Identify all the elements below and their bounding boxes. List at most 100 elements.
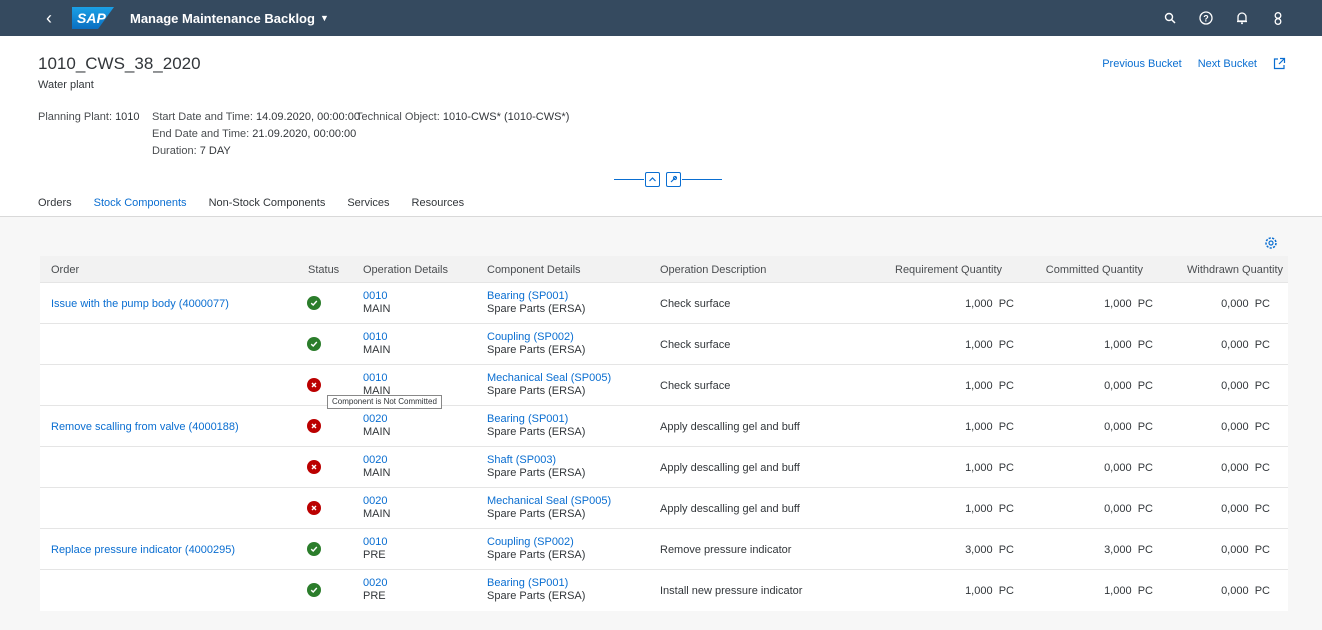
operation-work-center: MAIN xyxy=(363,344,391,356)
withdrawn-quantity-value: 0,000 xyxy=(1221,380,1249,392)
component-link[interactable]: Coupling (SP002) xyxy=(487,331,574,343)
operation-link[interactable]: 0020 xyxy=(363,454,387,466)
requirement-quantity-value: 1,000 xyxy=(965,503,993,515)
status-error-icon[interactable] xyxy=(307,460,321,474)
operation-link[interactable]: 0020 xyxy=(363,577,387,589)
column-operation-details[interactable]: Operation Details xyxy=(363,264,448,276)
withdrawn-quantity-value: 0,000 xyxy=(1221,503,1249,515)
operation-description: Apply descalling gel and buff xyxy=(660,503,800,515)
settings-icon[interactable] xyxy=(1264,236,1278,250)
column-order[interactable]: Order xyxy=(51,264,79,276)
operation-link[interactable]: 0020 xyxy=(363,495,387,507)
withdrawn-quantity: 0,000 PC xyxy=(1221,585,1270,597)
logo-text: SAP xyxy=(72,7,114,29)
order-link[interactable]: Remove scalling from valve (4000188) xyxy=(51,421,239,433)
table-row[interactable]: Replace pressure indicator (4000295) 0010… xyxy=(40,529,1288,570)
operation-link[interactable]: 0010 xyxy=(363,290,387,302)
header-collapse-bar xyxy=(614,169,722,189)
operation-description: Check surface xyxy=(660,339,731,351)
previous-bucket-link[interactable]: Previous Bucket xyxy=(1102,58,1181,70)
component-link[interactable]: Bearing (SP001) xyxy=(487,577,568,589)
operation-link[interactable]: 0020 xyxy=(363,413,387,425)
status-success-icon[interactable] xyxy=(307,337,321,351)
component-category: Spare Parts (ERSA) xyxy=(487,590,586,602)
withdrawn-quantity-unit: PC xyxy=(1254,462,1270,474)
column-component-details[interactable]: Component Details xyxy=(487,264,581,276)
end-date-label: End Date and Time: xyxy=(152,128,250,140)
column-withdrawn-quantity[interactable]: Withdrawn Quantity xyxy=(1187,264,1283,276)
help-icon[interactable]: ? xyxy=(1198,10,1214,26)
committed-quantity-value: 1,000 xyxy=(1104,298,1132,310)
page-subtitle: Water plant xyxy=(38,79,94,91)
status-tooltip: Component is Not Committed xyxy=(327,395,442,409)
divider-left xyxy=(614,179,644,180)
column-operation-description[interactable]: Operation Description xyxy=(660,264,766,276)
table-row[interactable]: Remove scalling from valve (4000188) 0020… xyxy=(40,406,1288,447)
column-requirement-quantity[interactable]: Requirement Quantity xyxy=(895,264,1002,276)
status-error-icon[interactable] xyxy=(307,419,321,433)
shell-bar: ‹ SAP Manage Maintenance Backlog ▼ ? xyxy=(0,0,1322,36)
withdrawn-quantity: 0,000 PC xyxy=(1221,544,1270,556)
withdrawn-quantity-unit: PC xyxy=(1254,503,1270,515)
status-success-icon[interactable] xyxy=(307,296,321,310)
withdrawn-quantity-value: 0,000 xyxy=(1221,298,1249,310)
component-link[interactable]: Shaft (SP003) xyxy=(487,454,556,466)
operation-work-center: MAIN xyxy=(363,467,391,479)
operation-link[interactable]: 0010 xyxy=(363,331,387,343)
table-body: Issue with the pump body (4000077) 0010 MA… xyxy=(40,283,1288,611)
back-icon[interactable]: ‹ xyxy=(40,9,58,27)
column-committed-quantity[interactable]: Committed Quantity xyxy=(1046,264,1143,276)
operation-link[interactable]: 0010 xyxy=(363,536,387,548)
table-row[interactable]: 0020 MAIN Shaft (SP003) Spare Parts (ERSA) A… xyxy=(40,447,1288,488)
withdrawn-quantity-unit: PC xyxy=(1254,298,1270,310)
committed-quantity-unit: PC xyxy=(1137,298,1153,310)
column-status[interactable]: Status xyxy=(308,264,339,276)
component-link[interactable]: Coupling (SP002) xyxy=(487,536,574,548)
user-icon[interactable] xyxy=(1270,10,1286,26)
requirement-quantity: 1,000 PC xyxy=(965,380,1014,392)
pin-header-button[interactable] xyxy=(666,172,681,187)
sap-logo[interactable]: SAP xyxy=(72,7,114,29)
component-category: Spare Parts (ERSA) xyxy=(487,385,586,397)
withdrawn-quantity: 0,000 PC xyxy=(1221,380,1270,392)
collapse-header-button[interactable] xyxy=(645,172,660,187)
requirement-quantity-unit: PC xyxy=(998,462,1014,474)
next-bucket-link[interactable]: Next Bucket xyxy=(1198,58,1257,70)
component-link[interactable]: Mechanical Seal (SP005) xyxy=(487,495,611,507)
component-link[interactable]: Bearing (SP001) xyxy=(487,290,568,302)
requirement-quantity: 1,000 PC xyxy=(965,298,1014,310)
divider-right xyxy=(682,179,722,180)
table-row[interactable]: 0010 MAIN Mechanical Seal (SP005) Spare Par… xyxy=(40,365,1288,406)
operation-link[interactable]: 0010 xyxy=(363,372,387,384)
component-link[interactable]: Mechanical Seal (SP005) xyxy=(487,372,611,384)
operation-description: Check surface xyxy=(660,298,731,310)
table-row[interactable]: 0020 MAIN Mechanical Seal (SP005) Spare Par… xyxy=(40,488,1288,529)
committed-quantity: 0,000 PC xyxy=(1104,380,1153,392)
committed-quantity: 0,000 PC xyxy=(1104,503,1153,515)
withdrawn-quantity: 0,000 PC xyxy=(1221,298,1270,310)
table-header: Order Status Operation Details Component… xyxy=(40,256,1288,283)
table-row[interactable]: Issue with the pump body (4000077) 0010 MA… xyxy=(40,283,1288,324)
search-icon[interactable] xyxy=(1162,10,1178,26)
withdrawn-quantity-unit: PC xyxy=(1254,544,1270,556)
committed-quantity-value: 1,000 xyxy=(1104,585,1132,597)
share-icon[interactable] xyxy=(1273,57,1286,70)
component-link[interactable]: Bearing (SP001) xyxy=(487,413,568,425)
table-row[interactable]: 0010 MAIN Coupling (SP002) Spare Parts (ERS… xyxy=(40,324,1288,365)
app-title-menu[interactable]: Manage Maintenance Backlog ▼ xyxy=(130,11,329,26)
committed-quantity: 1,000 PC xyxy=(1104,585,1153,597)
requirement-quantity-unit: PC xyxy=(998,421,1014,433)
status-success-icon[interactable] xyxy=(307,542,321,556)
status-success-icon[interactable] xyxy=(307,583,321,597)
requirement-quantity: 3,000 PC xyxy=(965,544,1014,556)
committed-quantity-value: 0,000 xyxy=(1104,503,1132,515)
table-row[interactable]: 0020 PRE Bearing (SP001) Spare Parts (ERSA)… xyxy=(40,570,1288,611)
status-error-icon[interactable] xyxy=(307,501,321,515)
order-link[interactable]: Issue with the pump body (4000077) xyxy=(51,298,229,310)
notifications-icon[interactable] xyxy=(1234,10,1250,26)
operation-description: Remove pressure indicator xyxy=(660,544,792,556)
order-link[interactable]: Replace pressure indicator (4000295) xyxy=(51,544,235,556)
duration: Duration: 7 DAY xyxy=(152,145,231,157)
status-error-icon[interactable] xyxy=(307,378,321,392)
withdrawn-quantity: 0,000 PC xyxy=(1221,503,1270,515)
